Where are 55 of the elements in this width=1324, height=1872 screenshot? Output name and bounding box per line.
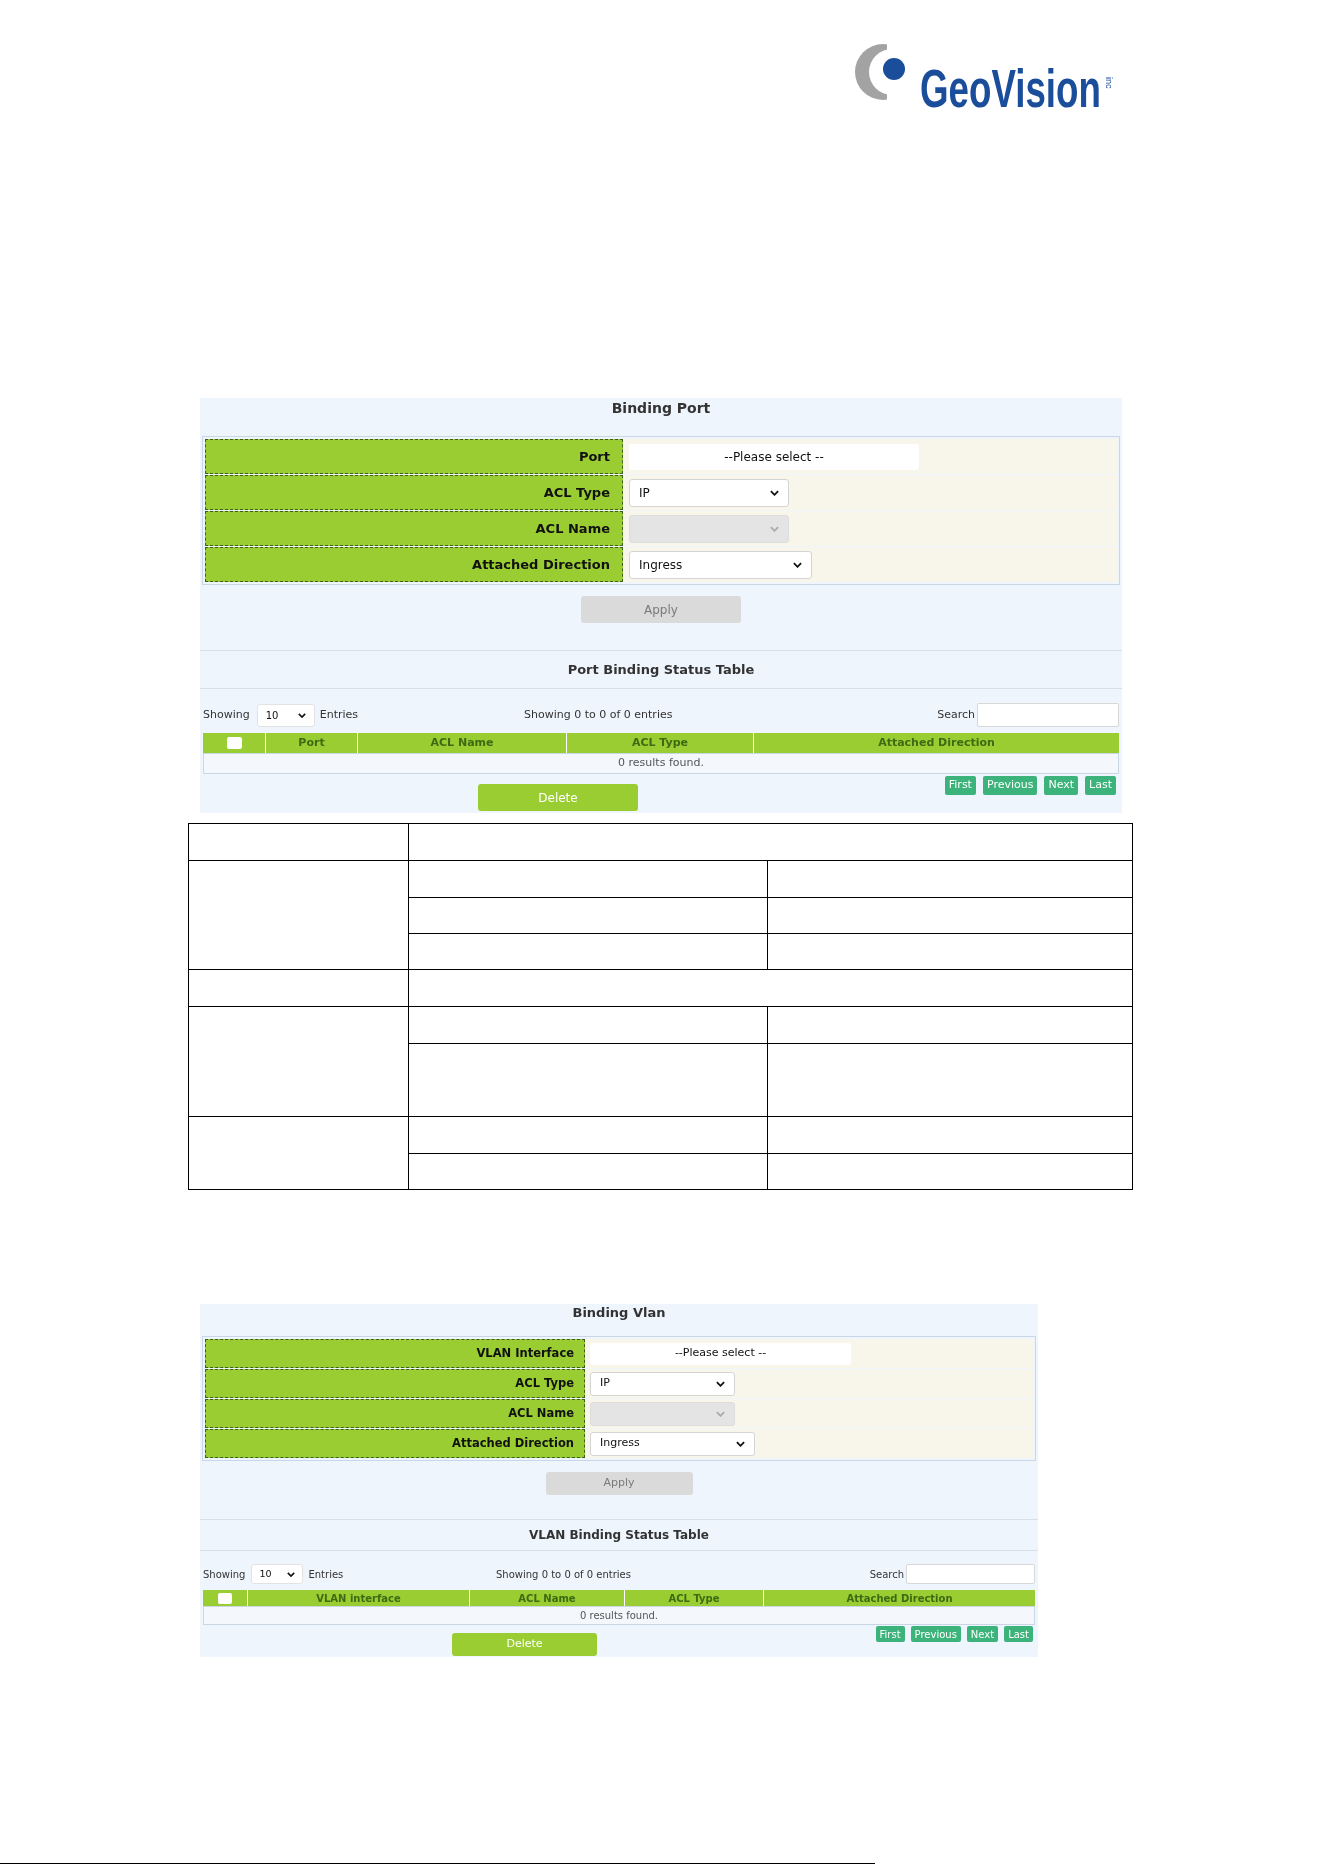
form-label: VLAN Interface — [205, 1339, 585, 1368]
search-field[interactable] — [906, 1564, 1035, 1584]
pagination-button[interactable]: First — [944, 776, 976, 795]
chevron-down-icon — [770, 525, 779, 532]
pagination-button[interactable]: Previous — [982, 776, 1038, 795]
dropdown[interactable]: --Please select -- — [629, 443, 919, 470]
dropdown[interactable]: IP — [629, 478, 789, 507]
dropdown[interactable]: Ingress — [629, 550, 812, 579]
delete-button[interactable]: Delete — [478, 784, 638, 811]
label: Entries — [308, 1567, 344, 1582]
label: Showing — [203, 1567, 246, 1582]
dropdown[interactable]: --Please select -- — [590, 1342, 851, 1365]
chevron-down-icon — [793, 561, 802, 568]
search-field[interactable] — [977, 703, 1119, 727]
page-length-dropdown[interactable]: 10 — [256, 703, 315, 727]
chevron-down-icon — [736, 1440, 745, 1447]
chevron-down-icon — [770, 489, 779, 496]
checkbox[interactable] — [218, 1592, 232, 1604]
entries-info: Showing 0 to 0 of 0 entries — [524, 706, 673, 723]
pagination-button[interactable]: Last — [1004, 1626, 1033, 1642]
form-label: ACL Type — [205, 475, 623, 510]
delete-button[interactable]: Delete — [452, 1633, 597, 1656]
dropdown[interactable]: Ingress — [590, 1431, 755, 1456]
label: Showing — [203, 706, 250, 723]
dropdown[interactable]: IP — [590, 1371, 735, 1396]
pagination-button[interactable]: Next — [966, 1626, 999, 1642]
label: Search — [869, 1567, 904, 1582]
form-label: Port — [205, 439, 623, 474]
chevron-down-icon — [716, 1380, 725, 1387]
form-label: Attached Direction — [205, 547, 623, 582]
form-label: ACL Type — [205, 1369, 585, 1398]
logo-suffix: inc — [1104, 77, 1115, 89]
table-title: VLAN Binding Status Table — [529, 1527, 709, 1544]
chevron-down-icon — [297, 712, 306, 718]
empty-message: 0 results found. — [618, 755, 704, 772]
label: Search — [937, 706, 975, 723]
page-length-dropdown[interactable]: 10 — [251, 1564, 304, 1584]
chevron-down-icon — [287, 1571, 296, 1577]
label: Entries — [319, 706, 358, 723]
pagination-button[interactable]: First — [875, 1626, 905, 1642]
panel-title: Binding Vlan — [572, 1304, 666, 1322]
panel-title: Binding Port — [611, 399, 711, 418]
pagination-button[interactable]: Next — [1044, 776, 1079, 795]
pagination-button[interactable]: Last — [1085, 776, 1116, 795]
logo-text: GeoVision — [920, 61, 1101, 115]
form-label: Attached Direction — [205, 1429, 585, 1458]
entries-info: Showing 0 to 0 of 0 entries — [496, 1567, 631, 1582]
logo-icon — [855, 43, 905, 101]
table-title: Port Binding Status Table — [567, 660, 755, 679]
form-label: ACL Name — [205, 1399, 585, 1428]
form-label: ACL Name — [205, 511, 623, 546]
chevron-down-icon — [716, 1410, 725, 1417]
empty-message: 0 results found. — [579, 1609, 659, 1623]
checkbox[interactable] — [226, 737, 242, 749]
pagination-button[interactable]: Previous — [910, 1626, 961, 1642]
